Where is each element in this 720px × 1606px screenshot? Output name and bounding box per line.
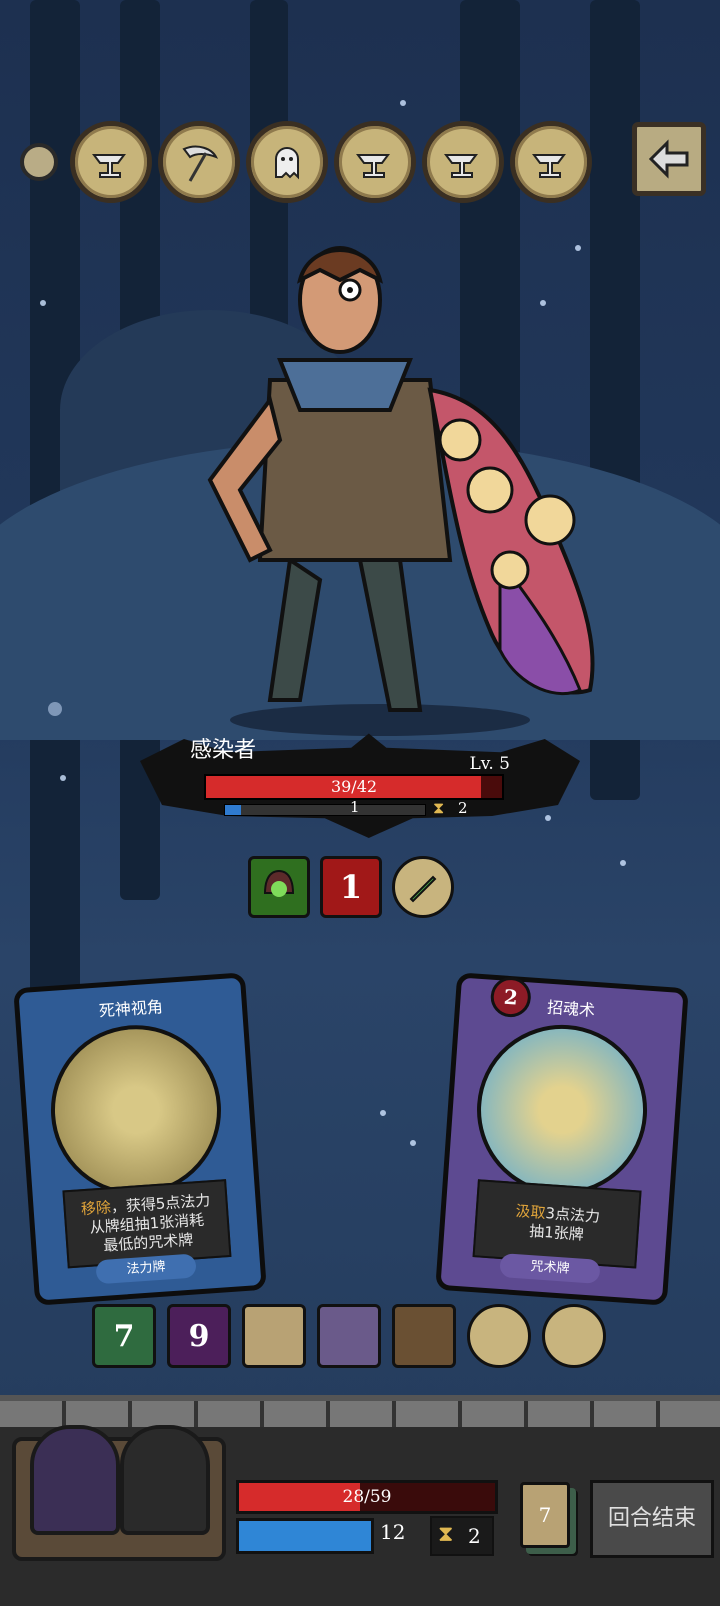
anvil-icon — [532, 154, 566, 178]
anvil-icon — [92, 154, 126, 178]
card-description: 移除，获得5点法力 从牌组抽1张消耗 最低的咒术牌 — [62, 1179, 232, 1269]
enemy-hp-bar: 39/42 — [204, 774, 504, 800]
poison-intent-icon[interactable] — [248, 856, 310, 918]
enemy-intents: 1 — [248, 856, 454, 918]
enemy-level: Lv. 5 — [469, 754, 511, 774]
hand-card-7[interactable] — [542, 1304, 606, 1368]
card-death-sight[interactable]: 死神视角 移除，获得5点法力 从牌组抽1张消耗 最低的咒术牌 法力牌 — [13, 972, 267, 1306]
reward-ghost[interactable] — [246, 121, 328, 203]
hero-portraits — [12, 1425, 226, 1561]
ghost-icon — [275, 147, 299, 180]
enemy-shield-bar — [224, 804, 426, 816]
back-arrow-icon — [648, 139, 689, 179]
enemy-hp-text: 39/42 — [330, 777, 378, 796]
card-title: 招魂术 — [546, 997, 596, 1020]
reward-track — [20, 121, 592, 203]
hand-card-5[interactable] — [392, 1304, 456, 1368]
enemy-infected-sprite[interactable] — [200, 240, 600, 740]
scythe-icon — [182, 145, 219, 182]
card-description: 汲取3点法力 抽1张牌 — [472, 1179, 642, 1269]
player-timer-value: 2 — [468, 1524, 481, 1548]
card-title: 死神视角 — [98, 997, 164, 1021]
hand-card-6[interactable] — [467, 1304, 531, 1368]
card-art — [471, 1019, 653, 1201]
enemy-name: 感染者 — [190, 738, 257, 763]
player-hp-bar: 28/59 — [236, 1480, 498, 1514]
end-turn-button[interactable]: 回合结束 — [590, 1480, 714, 1558]
hand-card-1[interactable]: 7 — [92, 1304, 156, 1368]
reward-anvil-1[interactable] — [70, 121, 152, 203]
hero-portrait-ghost[interactable] — [30, 1425, 120, 1535]
reward-anvil-4[interactable] — [510, 121, 592, 203]
hero-portrait-reaper[interactable] — [120, 1425, 210, 1535]
enemy-timer-value: 2 — [458, 799, 468, 817]
card-summon-soul[interactable]: 2 招魂术 汲取3点法力 抽1张牌 咒术牌 — [435, 972, 689, 1306]
player-timer: ⧗ 2 — [430, 1516, 494, 1556]
track-start-marker — [20, 143, 58, 181]
attack-intent-icon[interactable]: 1 — [320, 856, 382, 918]
player-hp-text: 28/59 — [342, 1487, 392, 1507]
dagger-intent-icon[interactable] — [392, 856, 454, 918]
anvil-icon — [444, 154, 478, 178]
enemy-status-panel: 感染者 Lv. 5 39/42 1 ⧗ 2 — [140, 728, 580, 838]
enemy-shield-value: 1 — [350, 798, 360, 816]
reward-anvil-2[interactable] — [334, 121, 416, 203]
back-button[interactable] — [632, 122, 706, 196]
player-mana-value: 12 — [380, 1520, 406, 1544]
hourglass-icon: ⧗ — [438, 1522, 454, 1547]
draw-pile-button[interactable]: 7 — [520, 1482, 570, 1548]
reward-scythe[interactable] — [158, 121, 240, 203]
reward-anvil-3[interactable] — [422, 121, 504, 203]
hourglass-icon: ⧗ — [433, 798, 445, 817]
anvil-icon — [356, 154, 390, 178]
hand-card-4[interactable] — [317, 1304, 381, 1368]
hand-card-2[interactable]: 9 — [167, 1304, 231, 1368]
hand-cards: 7 9 — [92, 1304, 606, 1368]
card-art — [45, 1019, 227, 1201]
player-mana-bar — [236, 1518, 374, 1554]
hand-card-3[interactable] — [242, 1304, 306, 1368]
